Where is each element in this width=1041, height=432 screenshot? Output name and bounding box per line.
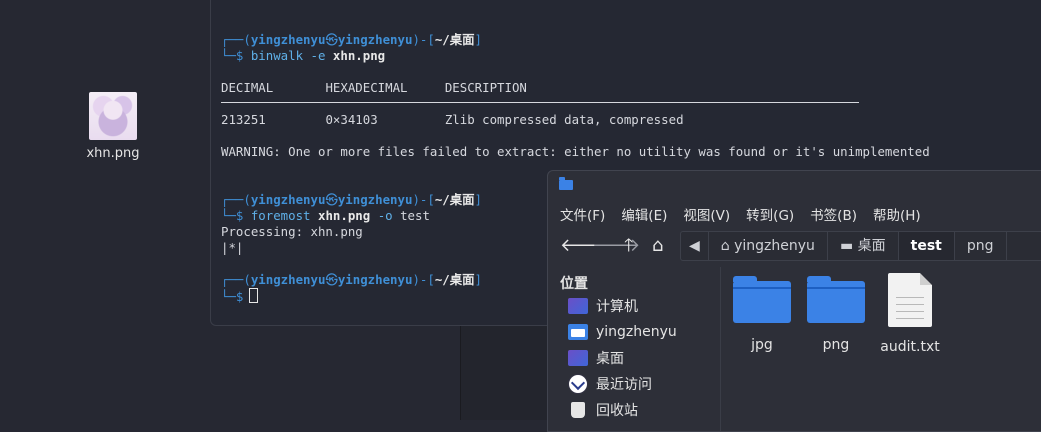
path-segment-png[interactable]: png: [955, 232, 1007, 260]
cell-hex: 0×34103: [325, 112, 377, 127]
table-row: 213251 0×34103 Zlib compressed data, com…: [221, 112, 1041, 128]
command-flag: -e: [311, 48, 326, 63]
desktop-icon: [568, 350, 588, 366]
menu-view[interactable]: 视图(V): [683, 204, 730, 224]
file-item-audit-txt[interactable]: audit.txt: [870, 281, 950, 355]
menu-bar: 文件(F) 编辑(E) 视图(V) 转到(G) 书签(B) 帮助(H): [548, 199, 1041, 229]
menu-help[interactable]: 帮助(H): [873, 204, 921, 224]
prompt-line: ┌──(yingzhenyu㉿yingzhenyu)-[~/桌面]: [221, 32, 1041, 48]
sidebar-heading: 位置: [548, 267, 720, 293]
divider: [221, 102, 859, 103]
toolbar: 🡐 🡒 🡑 ⌂ ◀ ⌂ yingzhenyu ▬ 桌面 test png: [548, 229, 1041, 263]
file-label: png: [796, 337, 876, 353]
command-name: foremost: [251, 208, 311, 223]
background-window: [460, 320, 561, 420]
path-bar-spacer: [1007, 232, 1041, 260]
desktop-icon: ▬: [840, 238, 858, 254]
title-bar[interactable]: [548, 171, 1041, 199]
sidebar-item-trash[interactable]: 回收站: [548, 397, 720, 423]
table-header: DECIMAL HEXADECIMAL DESCRIPTION: [221, 80, 1041, 96]
file-manager-window[interactable]: 文件(F) 编辑(E) 视图(V) 转到(G) 书签(B) 帮助(H) 🡐 🡒 …: [547, 170, 1041, 432]
path-segment-test[interactable]: test: [899, 232, 955, 260]
kali-skull-icon: ㉿: [325, 32, 337, 47]
home-folder-icon: [568, 324, 588, 340]
cell-decimal: 213251: [221, 112, 266, 127]
file-view[interactable]: jpg png audit.txt: [721, 267, 1041, 431]
menu-file[interactable]: 文件(F): [560, 204, 605, 224]
desktop-file-label: xhn.png: [78, 146, 148, 161]
command-flag: -o: [378, 208, 393, 223]
sidebar-item-computer[interactable]: 计算机: [548, 293, 720, 319]
file-label: audit.txt: [870, 339, 950, 355]
prompt-user: yingzhenyu: [251, 32, 326, 47]
image-thumbnail-icon: [89, 92, 137, 140]
path-segment-home[interactable]: ⌂ yingzhenyu: [709, 232, 828, 260]
kali-skull-icon: ㉿: [325, 272, 337, 287]
path-bar: ◀ ⌂ yingzhenyu ▬ 桌面 test png: [680, 231, 1041, 261]
header-description: DESCRIPTION: [445, 80, 527, 95]
menu-edit[interactable]: 编辑(E): [621, 204, 667, 224]
places-sidebar: 位置 计算机 yingzhenyu 桌面 最近访问 回收站: [548, 267, 721, 431]
desktop-file-xhn-png[interactable]: xhn.png: [78, 92, 148, 161]
home-icon: ⌂: [721, 238, 734, 254]
command-arg: xhn.png: [333, 48, 385, 63]
sidebar-item-home[interactable]: yingzhenyu: [548, 319, 720, 345]
sidebar-item-desktop[interactable]: 桌面: [548, 345, 720, 371]
computer-icon: [568, 298, 588, 314]
folder-icon: [733, 281, 791, 323]
header-hex: HEXADECIMAL: [325, 80, 407, 95]
folder-icon: [559, 180, 573, 190]
up-arrow-icon[interactable]: 🡑: [624, 236, 633, 256]
folder-icon: [807, 281, 865, 323]
menu-go[interactable]: 转到(G): [746, 204, 794, 224]
file-label: jpg: [722, 337, 802, 353]
sidebar-item-recent[interactable]: 最近访问: [548, 371, 720, 397]
cell-description: Zlib compressed data, compressed: [445, 112, 684, 127]
path-segment-desktop[interactable]: ▬ 桌面: [828, 232, 899, 260]
command-name: binwalk: [251, 48, 303, 63]
file-item-jpg[interactable]: jpg: [722, 281, 802, 353]
kali-skull-icon: ㉿: [325, 192, 337, 207]
prompt-path: ~/桌面: [435, 32, 475, 47]
path-scroll-left-icon[interactable]: ◀: [681, 232, 709, 260]
home-icon[interactable]: ⌂: [652, 236, 663, 256]
prompt-host: yingzhenyu: [338, 32, 413, 47]
menu-bookmarks[interactable]: 书签(B): [810, 204, 857, 224]
text-cursor: [249, 288, 258, 303]
file-item-png[interactable]: png: [796, 281, 876, 353]
text-file-icon: [888, 273, 932, 327]
header-decimal: DECIMAL: [221, 80, 273, 95]
recent-icon: [568, 374, 588, 394]
warning-line: WARNING: One or more files failed to ext…: [221, 144, 1041, 160]
command-arg: xhn.png: [318, 208, 370, 223]
command-target: test: [400, 208, 430, 223]
trash-icon: [571, 402, 585, 418]
command-line: └─$ binwalk -e xhn.png: [221, 48, 1041, 64]
